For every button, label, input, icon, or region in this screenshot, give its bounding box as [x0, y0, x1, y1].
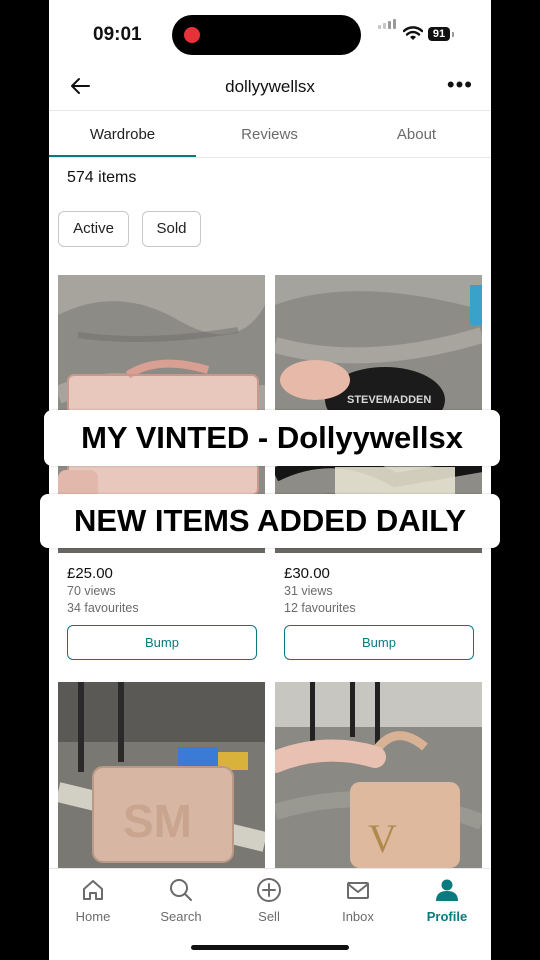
item-image-beige-bag[interactable]: V — [275, 682, 482, 868]
nav-sell[interactable]: Sell — [225, 877, 313, 924]
item-price: £25.00 — [67, 565, 113, 582]
home-indicator[interactable] — [191, 945, 349, 950]
tab-about[interactable]: About — [343, 126, 490, 143]
dynamic-island — [172, 15, 361, 55]
filter-active-chip[interactable]: Active — [58, 211, 129, 247]
item-views: 31 views — [284, 584, 333, 598]
item-views: 70 views — [67, 584, 116, 598]
monogram-text: V — [368, 816, 397, 861]
item-price: £30.00 — [284, 565, 330, 582]
mail-icon — [347, 882, 369, 899]
item-favourites: 34 favourites — [67, 601, 139, 615]
recording-indicator-icon — [184, 27, 200, 43]
more-options-icon[interactable]: ••• — [447, 74, 473, 96]
plus-circle-icon — [257, 878, 281, 902]
tabs-divider — [49, 157, 491, 158]
item-favourites: 12 favourites — [284, 601, 356, 615]
nav-label: Home — [75, 909, 111, 924]
nav-home[interactable]: Home — [49, 877, 137, 924]
home-icon — [83, 880, 103, 900]
nav-label: Search — [160, 909, 202, 924]
battery-tip — [452, 32, 454, 37]
nav-label: Profile — [426, 909, 468, 924]
battery-indicator: 91 — [428, 27, 450, 41]
nav-inbox[interactable]: Inbox — [314, 877, 402, 924]
status-time: 09:01 — [93, 24, 142, 45]
bump-button[interactable]: Bump — [67, 625, 257, 660]
overlay-caption-subtitle: NEW ITEMS ADDED DAILY — [40, 494, 500, 548]
nav-label: Sell — [258, 909, 280, 924]
search-icon — [170, 879, 192, 901]
item-image-sm-bag[interactable]: SM — [58, 682, 265, 868]
tab-wardrobe[interactable]: Wardrobe — [49, 126, 196, 143]
overlay-caption-title: MY VINTED - Dollyywellsx — [44, 410, 500, 466]
brand-text: STEVEMADDEN — [347, 394, 431, 406]
wifi-icon — [403, 26, 423, 40]
nav-label: Inbox — [342, 909, 374, 924]
bump-button[interactable]: Bump — [284, 625, 474, 660]
page-title: dollyywellsx — [225, 77, 315, 96]
filter-sold-chip[interactable]: Sold — [142, 211, 201, 247]
nav-search[interactable]: Search — [137, 877, 225, 924]
nav-profile[interactable]: Profile — [403, 877, 491, 924]
item-count: 574 items — [67, 169, 137, 186]
phone-screen: 09:01 91 dollyywellsx ••• Wardrobe Revie… — [49, 0, 491, 960]
monogram-text: SM — [123, 795, 192, 847]
tab-reviews[interactable]: Reviews — [196, 126, 343, 143]
person-icon — [436, 879, 458, 901]
header-divider — [49, 110, 491, 111]
